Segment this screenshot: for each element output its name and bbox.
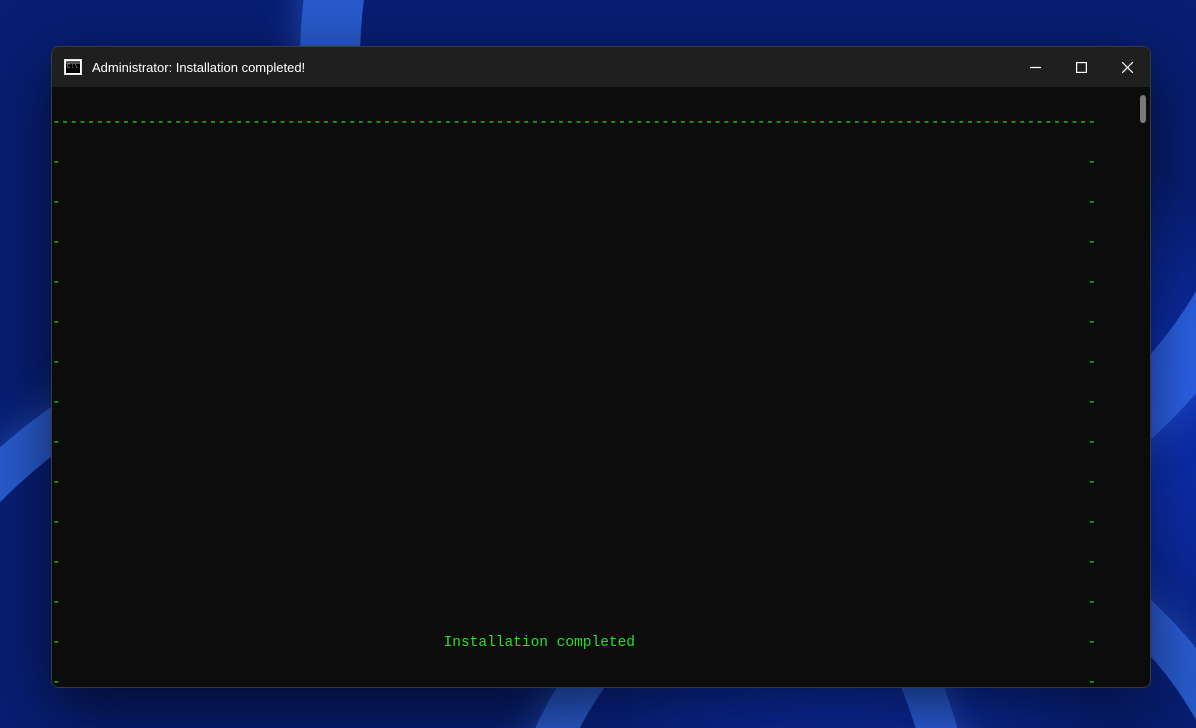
border-line: - - [52,193,1136,213]
border-line: - - [52,673,1136,688]
cmd-icon [64,59,82,75]
close-button[interactable] [1104,47,1150,87]
terminal-body[interactable]: ----------------------------------------… [52,87,1150,688]
border-line: - - [52,473,1136,493]
border-line: ----------------------------------------… [52,113,1136,133]
scrollbar-thumb[interactable] [1140,95,1146,123]
terminal-window: Administrator: Installation completed! -… [51,46,1151,688]
window-title: Administrator: Installation completed! [92,60,305,75]
border-line: - - [52,513,1136,533]
terminal-output: ----------------------------------------… [52,87,1136,688]
scrollbar[interactable] [1136,87,1150,688]
titlebar[interactable]: Administrator: Installation completed! [52,47,1150,87]
border-line: - - [52,233,1136,253]
border-line: - - [52,593,1136,613]
border-line: - - [52,553,1136,573]
maximize-button[interactable] [1058,47,1104,87]
border-line: - - [52,353,1136,373]
border-line: - - [52,273,1136,293]
border-line: - - [52,313,1136,333]
border-line: - - [52,153,1136,173]
border-line: - - [52,393,1136,413]
message-completed: - Installation completed - [52,633,1136,653]
border-line: - - [52,433,1136,453]
minimize-button[interactable] [1012,47,1058,87]
